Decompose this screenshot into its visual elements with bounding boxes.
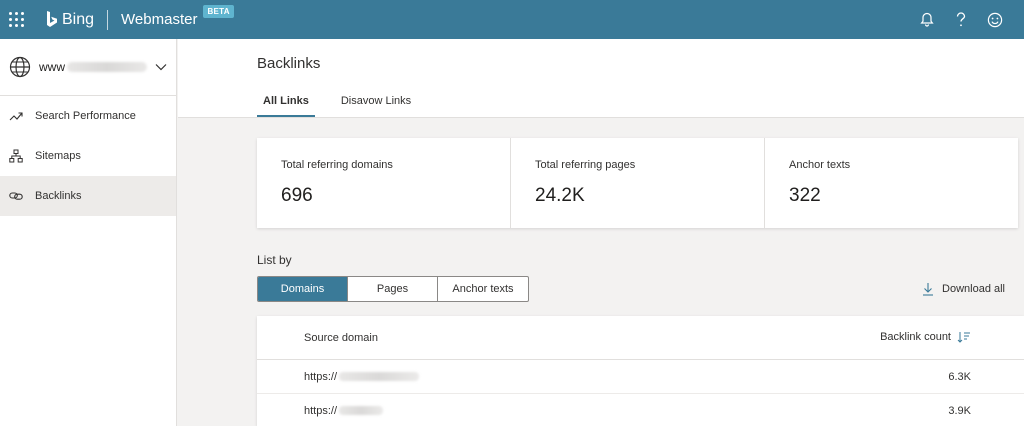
help-icon[interactable] — [944, 11, 978, 28]
tab-disavow-links[interactable]: Disavow Links — [335, 93, 417, 117]
sidebar-item-backlinks[interactable]: Backlinks — [0, 176, 176, 216]
tab-all-links[interactable]: All Links — [257, 93, 315, 117]
main-content: Backlinks All Links Disavow Links Total … — [178, 39, 1024, 426]
source-domain-redacted — [339, 406, 384, 415]
sidebar-item-label: Search Performance — [35, 110, 136, 122]
sitemap-icon — [9, 149, 23, 163]
stats-card: Total referring domains 696 Total referr… — [257, 138, 1018, 228]
column-header-source-domain[interactable]: Source domain — [304, 332, 378, 344]
site-name: www — [39, 60, 147, 74]
sidebar: www Search Performance Sitemaps Backlink… — [0, 39, 177, 426]
list-by-domains-button[interactable]: Domains — [258, 277, 348, 301]
list-by-label: List by — [257, 253, 292, 267]
stat-referring-domains: Total referring domains 696 — [257, 138, 511, 228]
backlink-count-cell: 3.9K — [948, 404, 971, 417]
globe-icon — [9, 56, 31, 78]
stat-label: Total referring pages — [535, 159, 636, 171]
source-prefix: https:// — [304, 370, 338, 383]
source-prefix: https:// — [304, 404, 338, 417]
bing-brand[interactable]: Bing — [46, 10, 95, 29]
link-icon — [9, 192, 23, 200]
table-row[interactable]: https:// 3.9K — [257, 394, 1024, 426]
page-title: Backlinks — [257, 55, 321, 72]
column-header-backlink-count[interactable]: Backlink count — [880, 331, 971, 343]
source-domain-cell[interactable]: https:// — [304, 370, 420, 383]
source-domain-cell[interactable]: https:// — [304, 404, 384, 417]
trend-line-icon — [9, 112, 23, 121]
list-by-pages-button[interactable]: Pages — [348, 277, 438, 301]
chevron-down-icon[interactable] — [155, 63, 167, 71]
sidebar-item-label: Backlinks — [35, 190, 82, 202]
table-row[interactable]: https:// 6.3K — [257, 360, 1024, 394]
stat-label: Total referring domains — [281, 159, 393, 171]
brand-divider — [107, 9, 109, 30]
backlinks-table: Source domain Backlink count https:// 6.… — [257, 316, 1024, 426]
top-bar: Bing Webmaster BETA — [0, 0, 1024, 39]
stat-value: 322 — [789, 185, 821, 206]
app-launcher-icon[interactable] — [0, 0, 32, 39]
page-header: Backlinks All Links Disavow Links — [178, 39, 1024, 118]
download-all-label: Download all — [942, 283, 1005, 295]
beta-badge: BETA — [203, 5, 234, 18]
table-header: Source domain Backlink count — [257, 316, 1024, 360]
sidebar-item-sitemaps[interactable]: Sitemaps — [0, 136, 176, 176]
source-domain-redacted — [339, 372, 420, 381]
bing-logo-icon — [47, 10, 57, 27]
sidebar-item-search-performance[interactable]: Search Performance — [0, 96, 176, 136]
download-all-button[interactable]: Download all — [922, 282, 1005, 296]
stat-referring-pages: Total referring pages 24.2K — [511, 138, 765, 228]
list-by-anchor-texts-button[interactable]: Anchor texts — [438, 277, 528, 301]
site-selector[interactable]: www — [0, 39, 176, 96]
stat-value: 696 — [281, 185, 313, 206]
sort-descending-icon[interactable] — [957, 331, 971, 343]
download-icon — [923, 283, 934, 296]
feedback-smiley-icon[interactable] — [978, 12, 1012, 28]
site-prefix: www — [39, 60, 65, 74]
notifications-bell-icon[interactable] — [910, 12, 944, 27]
sidebar-item-label: Sitemaps — [35, 150, 81, 162]
column-header-label: Backlink count — [880, 331, 951, 343]
product-name: Webmaster — [121, 11, 198, 28]
backlink-count-cell: 6.3K — [948, 370, 971, 383]
list-by-segmented-control: Domains Pages Anchor texts — [257, 276, 529, 302]
site-domain-redacted — [67, 62, 147, 72]
stat-label: Anchor texts — [789, 159, 851, 171]
brand-name: Bing — [62, 10, 95, 28]
stat-anchor-texts: Anchor texts 322 — [765, 138, 1018, 228]
stat-value: 24.2K — [535, 185, 585, 206]
tab-bar: All Links Disavow Links — [257, 93, 437, 117]
